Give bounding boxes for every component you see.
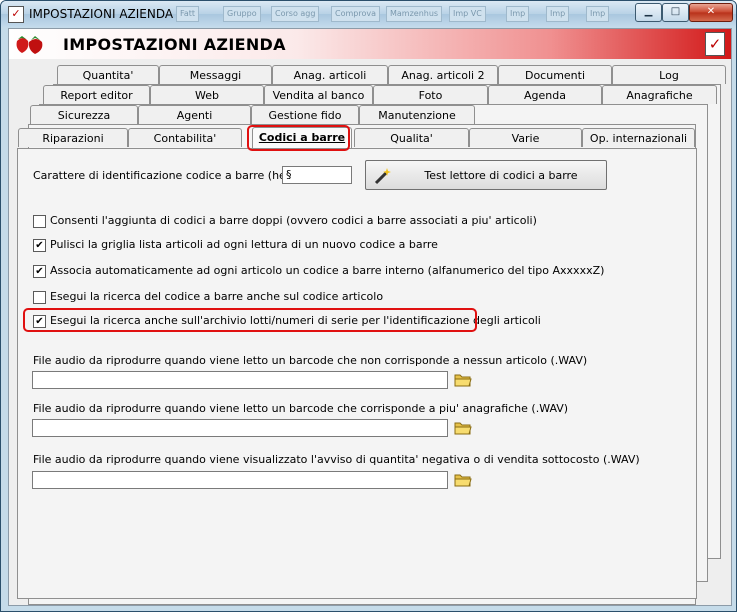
tab-qualita[interactable]: Qualita': [354, 128, 469, 147]
ghost-taskbar-item: Mamzenhus: [386, 6, 443, 22]
tab-op-internazionali[interactable]: Op. internazionali: [582, 128, 695, 147]
checkbox-auto-internal-barcode[interactable]: ✔: [33, 265, 46, 278]
tab-gestione-fido[interactable]: Gestione fido: [251, 105, 359, 124]
ghost-taskbar-item: Fatt: [176, 6, 200, 22]
app-window: ✓ IMPOSTAZIONI AZIENDA Fatt Gruppo Corso…: [0, 0, 737, 612]
app-icon: ✓: [8, 6, 24, 23]
highlight-lots-option: [23, 308, 477, 332]
header-banner: IMPOSTAZIONI AZIENDA ✓: [9, 29, 731, 59]
option-label: Associa automaticamente ad ogni articolo…: [50, 264, 605, 277]
confirm-check-button[interactable]: ✓: [705, 32, 725, 56]
close-button[interactable]: ✕: [689, 3, 733, 22]
test-barcode-reader-button[interactable]: Test lettore di codici a barre: [365, 160, 607, 190]
folder-icon[interactable]: [454, 420, 472, 435]
option-label: Consenti l'aggiunta di codici a barre do…: [50, 214, 537, 227]
tab-messaggi[interactable]: Messaggi: [159, 65, 272, 84]
header-char-label: Carattere di identificazione codice a ba…: [33, 169, 323, 182]
ghost-taskbar-item: Imp VC: [449, 6, 486, 22]
tab-log[interactable]: Log: [612, 65, 726, 84]
audio-label-negative-qty: File audio da riprodurre quando viene vi…: [33, 453, 640, 466]
option-label: Pulisci la griglia lista articoli ad ogn…: [50, 238, 438, 251]
strawberry-icon: [16, 36, 43, 54]
audio-field-multiple[interactable]: [32, 419, 448, 437]
ghost-taskbar-item: Imp: [546, 6, 570, 22]
tab-varie[interactable]: Varie: [469, 128, 582, 147]
ghost-taskbar-item: Imp: [586, 6, 610, 22]
test-button-label: Test lettore di codici a barre: [424, 169, 578, 182]
audio-label-no-article: File audio da riprodurre quando viene le…: [33, 354, 588, 367]
folder-icon[interactable]: [454, 472, 472, 487]
tab-contabilita[interactable]: Contabilita': [128, 128, 242, 147]
tab-anag-articoli[interactable]: Anag. articoli: [272, 65, 388, 84]
tab-agenda[interactable]: Agenda: [488, 85, 602, 104]
tab-anag-articoli-2[interactable]: Anag. articoli 2: [388, 65, 498, 84]
header-char-field[interactable]: §: [282, 166, 352, 184]
option-label: Esegui la ricerca del codice a barre anc…: [50, 290, 384, 303]
tab-manutenzione[interactable]: Manutenzione: [359, 105, 475, 124]
tab-anagrafiche[interactable]: Anagrafiche: [602, 85, 717, 104]
tab-sicurezza[interactable]: Sicurezza: [30, 105, 138, 124]
ghost-taskbar-item: Comprova: [331, 6, 380, 22]
folder-icon[interactable]: [454, 372, 472, 387]
minimize-button[interactable]: ▁: [635, 3, 662, 22]
tab-foto[interactable]: Foto: [373, 85, 488, 104]
page-title: IMPOSTAZIONI AZIENDA: [63, 35, 286, 54]
tab-quantita[interactable]: Quantita': [57, 65, 159, 84]
tab-web[interactable]: Web: [150, 85, 264, 104]
ghost-taskbar-item: Imp: [506, 6, 530, 22]
ghost-taskbar-item: Gruppo: [223, 6, 261, 22]
audio-field-no-article[interactable]: [32, 371, 448, 389]
tab-riparazioni[interactable]: Riparazioni: [18, 128, 128, 147]
checkbox-clear-grid[interactable]: ✔: [33, 239, 46, 252]
window-title: IMPOSTAZIONI AZIENDA: [29, 7, 174, 21]
checkbox-search-article-code[interactable]: [33, 291, 46, 304]
client-area: IMPOSTAZIONI AZIENDA ✓ Quantita' Messagg…: [8, 28, 732, 606]
tab-report-editor[interactable]: Report editor: [43, 85, 150, 104]
audio-field-negative-qty[interactable]: [32, 471, 448, 489]
maximize-button[interactable]: □: [662, 3, 689, 22]
audio-label-multiple: File audio da riprodurre quando viene le…: [33, 402, 569, 415]
highlight-active-tab: [247, 125, 350, 151]
tab-agenti[interactable]: Agenti: [138, 105, 251, 124]
ghost-taskbar-item: Corso agg: [271, 6, 320, 22]
title-bar[interactable]: ✓ IMPOSTAZIONI AZIENDA Fatt Gruppo Corso…: [1, 1, 736, 27]
checkbox-duplicate-barcodes[interactable]: [33, 215, 46, 228]
tab-documenti[interactable]: Documenti: [498, 65, 612, 84]
tab-vendita-al-banco[interactable]: Vendita al banco: [264, 85, 373, 104]
